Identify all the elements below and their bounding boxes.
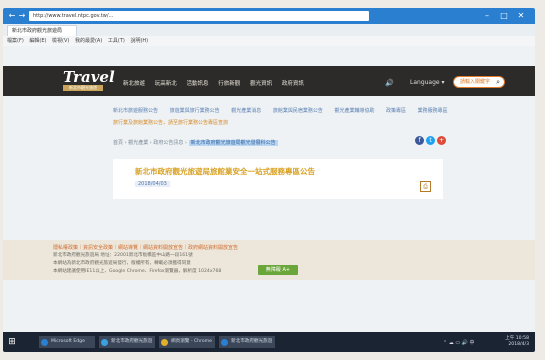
taskbar-item[interactable]: 新北市政府觀光旅遊: [219, 336, 275, 348]
ie-icon: [101, 339, 108, 346]
taskbar-item[interactable]: Microsoft Edge: [39, 336, 95, 348]
menu-help[interactable]: 說明(H): [130, 36, 148, 46]
menu-view[interactable]: 檢視(V): [52, 36, 69, 46]
close-button[interactable]: ✕: [515, 10, 527, 22]
minimize-button[interactable]: –: [481, 10, 493, 22]
maximize-button[interactable]: □: [498, 10, 510, 22]
breadcrumb-item[interactable]: 政府公告訊息: [153, 140, 183, 146]
screen: ← → http://www.travel.ntpc.gov.tw/... – …: [3, 8, 535, 352]
footer-copyright: 本網站為新北市政府觀光旅遊局發行，版權所有，轉載必須獲得同意: [53, 261, 191, 266]
subnav-item[interactable]: 旅館業與民宿業務公告: [273, 107, 323, 114]
logo-text: Travel: [63, 68, 115, 86]
language-select[interactable]: Language ▾: [410, 79, 445, 86]
accessibility-badge[interactable]: 無障礙 A+: [258, 265, 298, 275]
subnav-item[interactable]: 新北市旅遊服務公告: [113, 107, 158, 114]
subnav-item[interactable]: 觀光產業消息: [231, 107, 261, 114]
twitter-icon[interactable]: t: [426, 136, 435, 145]
site-logo[interactable]: Travel 新北市觀光旅遊: [63, 68, 115, 92]
subnav-item[interactable]: 業務服務專區: [418, 107, 448, 114]
article-title: 新北市政府觀光旅遊局旅館業安全一站式服務專區公告: [135, 167, 315, 176]
article-card: 新北市政府觀光旅遊局旅館業安全一站式服務專區公告 2018/04/03 ⎙: [113, 159, 443, 199]
nav-item-info[interactable]: 觀光資訊: [250, 79, 272, 87]
footer-address: 新北市政府觀光旅遊局 地址：22001新北市板橋區中山路一段161號: [53, 253, 193, 258]
breadcrumb-separator: ›: [183, 140, 189, 146]
browser-icon: [221, 339, 228, 346]
breadcrumb-item[interactable]: 首頁: [113, 140, 123, 146]
nav-item-fun[interactable]: 玩高新北: [155, 79, 177, 87]
taskbar-item-label: 新北市政府觀光旅遊: [111, 339, 153, 344]
taskbar: ⊞ Microsoft Edge 新北市政府觀光旅遊 網頁瀏覽 - Chrome…: [3, 332, 535, 352]
forward-button[interactable]: →: [17, 11, 27, 21]
chrome-icon: [161, 339, 168, 346]
start-button[interactable]: ⊞: [7, 337, 17, 347]
browser-titlebar: ← → http://www.travel.ntpc.gov.tw/... – …: [3, 8, 535, 24]
nav-item-trips[interactable]: 行旅新觀: [218, 79, 240, 87]
system-tray-icons[interactable]: ⌃ ☁ ▭ 🔊 中: [443, 339, 475, 346]
search-input[interactable]: 請輸入關鍵字 ⌕: [453, 76, 505, 88]
taskbar-item-label: 網頁瀏覽 - Chrome: [171, 339, 212, 344]
facebook-icon[interactable]: f: [415, 136, 424, 145]
breadcrumb-current: 新北市政府觀光旅遊局觀光發展科公告: [188, 140, 278, 146]
edge-icon: [41, 339, 48, 346]
search-icon[interactable]: ⌕: [496, 78, 500, 87]
notice-text[interactable]: 旅行業及旅館業務公告，請至旅行業務公告專區查詢: [113, 119, 228, 126]
breadcrumb: 首頁 › 觀光產業 › 政府公告訊息 › 新北市政府觀光旅遊局觀光發展科公告: [113, 139, 278, 146]
nav-item-gov[interactable]: 政府資訊: [282, 79, 304, 87]
sub-nav: 新北市旅遊服務公告 旅遊業與旅行業務公告 觀光產業消息 旅館業與民宿業務公告 觀…: [113, 107, 533, 115]
taskbar-item[interactable]: 網頁瀏覽 - Chrome: [159, 336, 215, 348]
nav-item-events[interactable]: 活動訊息: [187, 79, 209, 87]
taskbar-item-label: 新北市政府觀光旅遊: [231, 339, 273, 344]
footer-browser-note: 本網站建議使用IE11以上、Google Chrome、Firefox瀏覽器，解…: [53, 269, 222, 274]
logo-subtitle: 新北市觀光旅遊: [63, 85, 103, 91]
tab-bar: 新北市政府觀光旅遊局: [3, 24, 535, 36]
menu-edit[interactable]: 編輯(E): [29, 36, 46, 46]
main-nav: 新北旅遊 玩高新北 活動訊息 行旅新觀 觀光資訊 政府資訊: [123, 79, 312, 89]
browser-tab[interactable]: 新北市政府觀光旅遊局: [7, 25, 77, 36]
menu-tools[interactable]: 工具(T): [108, 36, 125, 46]
subnav-item[interactable]: 旅遊業與旅行業務公告: [170, 107, 220, 114]
menu-file[interactable]: 檔案(F): [7, 36, 24, 46]
subnav-item[interactable]: 觀光產業輔導協助: [334, 107, 374, 114]
taskbar-item-label: Microsoft Edge: [51, 339, 85, 344]
address-bar[interactable]: http://www.travel.ntpc.gov.tw/...: [29, 11, 369, 21]
subnav-item[interactable]: 政策專區: [386, 107, 406, 114]
footer-links[interactable]: 隱私權政策｜資訊安全政策｜網站導覽｜網站資料開放宣告｜政府網站資料開放宣告: [53, 244, 238, 251]
search-placeholder: 請輸入關鍵字: [460, 79, 491, 85]
taskbar-item[interactable]: 新北市政府觀光旅遊: [99, 336, 155, 348]
back-button[interactable]: ←: [7, 11, 17, 21]
clock[interactable]: 上午 10:58 2018/4/3: [505, 336, 529, 348]
menu-bar: 檔案(F) 編輯(E) 檢視(V) 我的最愛(A) 工具(T) 說明(H): [3, 36, 535, 46]
breadcrumb-item[interactable]: 觀光產業: [128, 140, 148, 146]
print-icon[interactable]: ⎙: [420, 181, 431, 192]
nav-item-travel[interactable]: 新北旅遊: [123, 79, 145, 87]
speaker-icon[interactable]: 🔊: [385, 79, 394, 87]
article-date: 2018/04/03: [135, 181, 170, 187]
google-plus-icon[interactable]: +: [437, 136, 446, 145]
menu-favorites[interactable]: 我的最愛(A): [75, 36, 102, 46]
clock-date: 2018/4/3: [508, 342, 529, 347]
